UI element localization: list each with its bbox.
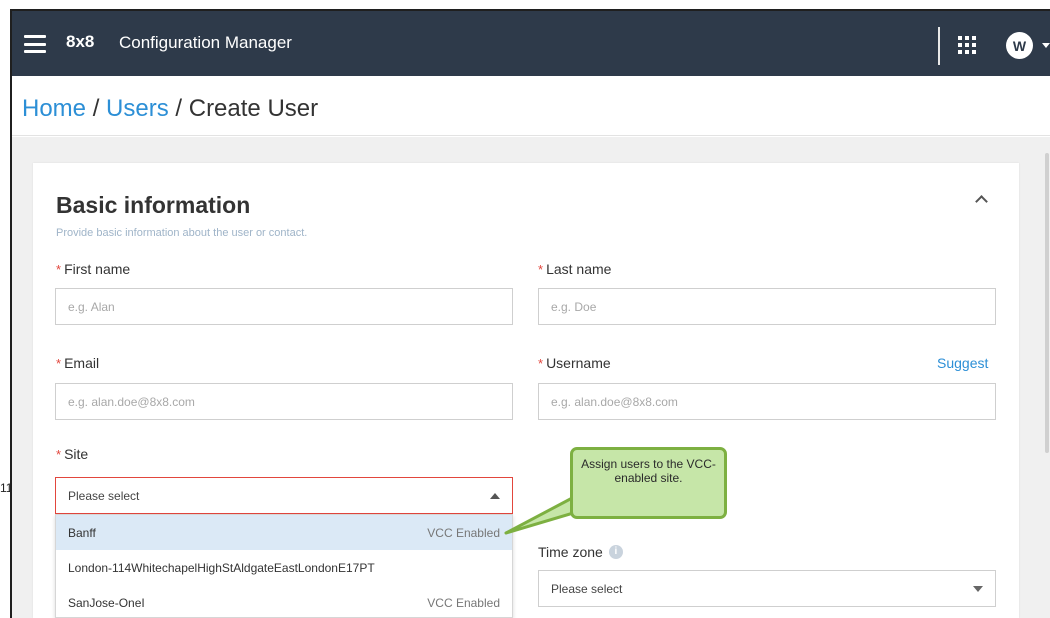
breadcrumb: Home / Users / Create User [22,95,318,123]
chevron-up-icon[interactable] [975,195,988,208]
email-field[interactable]: e.g. alan.doe@8x8.com [55,383,513,420]
username-field[interactable]: e.g. alan.doe@8x8.com [538,383,996,420]
username-label: * Username [538,355,611,371]
site-dropdown-list: Banff VCC Enabled London-114WhitechapelH… [55,514,513,618]
info-icon[interactable]: i [608,545,623,559]
first-name-label: * First name [56,261,131,277]
topbar-divider [938,27,940,65]
first-name-field[interactable]: e.g. Alan [55,288,513,325]
app-title: Configuration Manager [119,33,292,52]
page-scrollbar[interactable] [1045,153,1049,453]
site-label: * Site [56,446,89,462]
user-avatar[interactable]: W [1006,32,1033,59]
time-zone-select-value: Please select [551,581,623,596]
side-number: 11 [0,481,13,495]
site-select[interactable]: Please select [55,477,513,514]
basic-information-card: Basic information Provide basic informat… [33,163,1019,618]
email-label: * Email [56,355,100,371]
site-option-banff[interactable]: Banff VCC Enabled [56,515,512,550]
last-name-label: * Last name [538,261,612,277]
chevron-up-icon [490,493,500,499]
breadcrumb-users-link[interactable]: Users [106,95,169,122]
site-select-value: Please select [68,488,140,503]
brand-logo[interactable]: 8x8 [66,32,94,52]
required-marker: * [56,356,62,371]
chevron-down-icon [973,586,983,592]
site-option-label: Banff [68,525,96,540]
vcc-enabled-tag: VCC Enabled [427,525,500,540]
app-launcher-icon[interactable] [958,36,976,54]
section-title: Basic information [56,192,251,218]
time-zone-select[interactable]: Please select [538,570,996,607]
top-navigation-bar: 8x8 Configuration Manager W [12,11,1050,76]
section-subtitle: Provide basic information about the user… [56,227,308,239]
breadcrumb-separator: / [168,95,189,122]
vcc-enabled-tag: VCC Enabled [427,595,500,610]
breadcrumb-current: Create User [188,95,319,122]
frame-border-top [10,9,1050,11]
chevron-down-icon[interactable] [1042,43,1050,48]
callout-note: Assign users to the VCC-enabled site. [570,447,727,519]
site-option-label: SanJose-OneI [68,595,145,610]
breadcrumb-home-link[interactable]: Home [22,95,86,122]
required-marker: * [538,356,544,371]
site-option-label: London-114WhitechapelHighStAldgateEastLo… [68,560,375,575]
required-marker: * [56,262,62,277]
site-option-london[interactable]: London-114WhitechapelHighStAldgateEastLo… [56,550,512,585]
site-option-sanjose[interactable]: SanJose-OneI VCC Enabled [56,585,512,618]
time-zone-label: Time zone i [538,544,623,560]
hamburger-menu-icon[interactable] [24,35,46,53]
breadcrumb-bar: Home / Users / Create User [12,76,1050,136]
required-marker: * [538,262,544,277]
required-marker: * [56,447,62,462]
breadcrumb-separator: / [86,95,107,122]
suggest-username-link[interactable]: Suggest [937,355,988,371]
last-name-field[interactable]: e.g. Doe [538,288,996,325]
